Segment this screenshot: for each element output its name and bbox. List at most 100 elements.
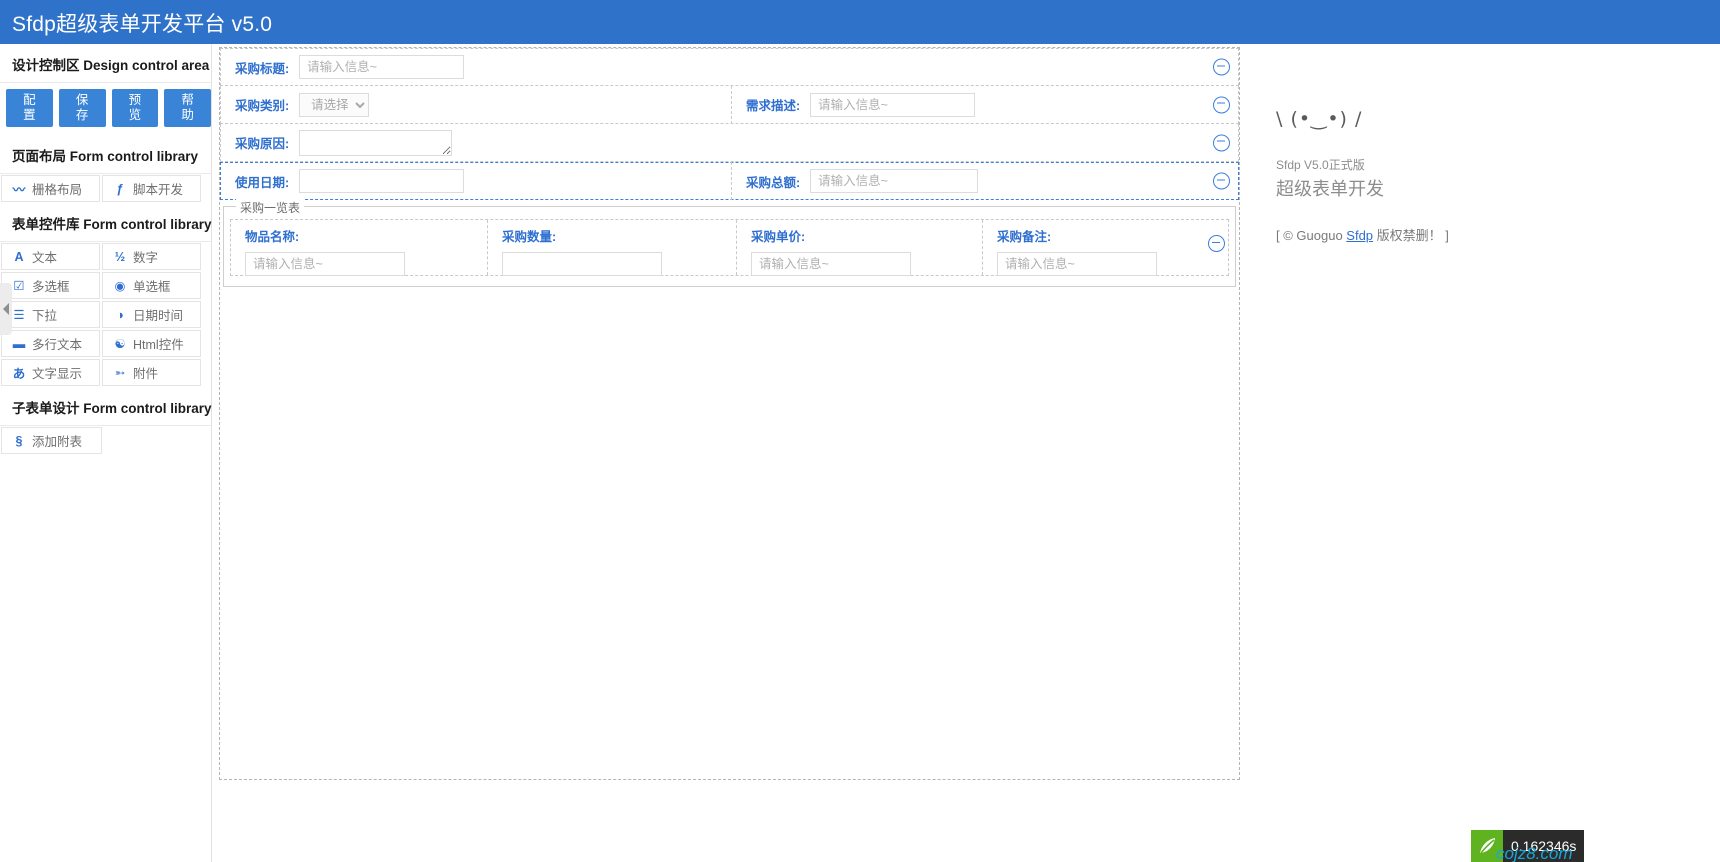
subform-item-label: 添加附表 (32, 435, 83, 449)
purchase-category-select[interactable]: 请选择 (299, 92, 370, 117)
control-item-checkbox[interactable]: ☑ 多选框 (1, 272, 100, 299)
purchase-list-subtable[interactable]: 采购一览表 物品名称: 采购数量: 采购单价: 采购备注: (223, 199, 1236, 287)
radio-icon: ◉ (114, 279, 126, 293)
chevron-left-icon (3, 303, 9, 315)
control-item-label: 单选框 (133, 280, 171, 294)
control-item-datetime[interactable]: ◑ 日期时间 (102, 301, 201, 328)
remove-row-button[interactable] (1213, 134, 1230, 151)
control-item-label-display[interactable]: あ 文字显示 (1, 359, 100, 386)
control-item-label: 文字显示 (32, 367, 83, 381)
dropdown-icon: ☰ (13, 308, 25, 322)
remove-row-button[interactable] (1213, 172, 1230, 190)
row-purchase-category[interactable]: 采购类别: 请选择 需求描述: (220, 85, 1239, 124)
form-control-items: A 文本 ½ 数字 ☑ 多选框 ◉ 单选框 ☰ 下拉 ◑ 日期时间 ▬ 多行文本… (0, 242, 211, 387)
cell-purchase-reason[interactable]: 采购原因: (221, 124, 731, 162)
control-item-textarea[interactable]: ▬ 多行文本 (1, 330, 100, 357)
copyright-prefix: [ © Guoguo (1276, 228, 1347, 243)
row-purchase-title[interactable]: 采购标题: (220, 48, 1239, 86)
help-button[interactable]: 帮助 (164, 89, 211, 127)
control-item-label: 文本 (32, 251, 58, 265)
save-button[interactable]: 保存 (58, 89, 106, 127)
cell-purchase-total[interactable]: 采购总额: (731, 162, 1231, 200)
control-item-text[interactable]: A 文本 (1, 243, 100, 270)
control-item-dropdown[interactable]: ☰ 下拉 (1, 301, 100, 328)
purchase-reason-field[interactable] (299, 129, 453, 156)
grid-layout-icon: 〰 (12, 183, 26, 197)
attachment-icon: ➵ (114, 366, 126, 380)
add-subtable-icon: § (15, 433, 23, 448)
page-layout-items: 〰 栅格布局 ƒ 脚本开发 (0, 174, 211, 203)
cell-use-date[interactable]: 使用日期: (221, 162, 731, 200)
copyright-suffix: 版权禁删！ ] (1373, 228, 1449, 243)
cell-requirement-desc[interactable]: 需求描述: (731, 85, 1231, 124)
subtable-legend: 采购一览表 (236, 199, 305, 216)
purchase-total-field[interactable] (810, 169, 979, 193)
sfdp-link[interactable]: Sfdp (1346, 228, 1373, 243)
purchase-category-label: 采购类别: (235, 99, 290, 113)
number-icon: ½ (114, 249, 126, 264)
page-layout-section-title: 页面布局 Form control library (0, 135, 211, 174)
subform-item-add-subtable[interactable]: § 添加附表 (1, 427, 102, 454)
control-item-radio[interactable]: ◉ 单选框 (102, 272, 201, 299)
product-version: Sfdp V5.0正式版 (1276, 158, 1365, 172)
config-button[interactable]: 配置 (6, 89, 53, 127)
requirement-desc-label: 需求描述: (746, 99, 801, 113)
layout-item-grid[interactable]: 〰 栅格布局 (1, 175, 100, 202)
sidebar: 设计控制区 Design control area 配置 保存 预览 帮助 页面… (0, 44, 212, 862)
cell-purchase-title[interactable]: 采购标题: (221, 48, 731, 86)
sidebar-action-buttons: 配置 保存 预览 帮助 (0, 83, 211, 135)
row-purchase-reason[interactable]: 采购原因: (220, 124, 1239, 162)
design-control-section-title: 设计控制区 Design control area (0, 44, 211, 83)
subtable-cell-item-remark[interactable]: 采购备注: (982, 220, 1227, 276)
cell-purchase-category[interactable]: 采购类别: 请选择 (221, 86, 731, 124)
control-item-label: Html控件 (133, 338, 184, 352)
site-watermark: cojz8.com (1496, 844, 1573, 862)
purchase-total-label: 采购总额: (746, 175, 801, 190)
textarea-icon: ▬ (12, 336, 26, 351)
item-quantity-label: 采购数量: (502, 230, 557, 244)
subtable-cell-item-unitprice[interactable]: 采购单价: (736, 220, 982, 276)
form-control-section-title: 表单控件库 Form control library (0, 203, 212, 242)
purchase-reason-label: 采购原因: (235, 137, 290, 151)
remove-subtable-button[interactable] (1208, 235, 1225, 252)
layout-item-script[interactable]: ƒ 脚本开发 (102, 175, 201, 202)
item-name-label: 物品名称: (245, 230, 300, 244)
item-quantity-field[interactable] (502, 252, 662, 276)
script-icon: ƒ (116, 181, 124, 196)
remove-row-button[interactable] (1213, 96, 1230, 113)
item-name-field[interactable] (245, 252, 405, 276)
control-item-number[interactable]: ½ 数字 (102, 243, 201, 270)
checkbox-icon: ☑ (13, 279, 25, 293)
control-item-label: 数字 (133, 251, 159, 265)
app-window: Sfdp超级表单开发平台 v5.0 设计控制区 Design control a… (0, 0, 1720, 862)
item-remark-field[interactable] (997, 252, 1157, 276)
item-unitprice-field[interactable] (751, 252, 911, 276)
control-item-attachment[interactable]: ➵ 附件 (102, 359, 201, 386)
control-item-label: 多选框 (32, 280, 70, 294)
control-item-label: 日期时间 (133, 309, 184, 323)
html-icon: ☯ (114, 337, 126, 351)
subtable-cell-item-name[interactable]: 物品名称: (231, 220, 487, 276)
use-date-label: 使用日期: (235, 175, 290, 190)
form-design-canvas[interactable]: 采购标题: 采购类别: 请选择 需求描述: 采购原因: (219, 47, 1240, 780)
control-item-html[interactable]: ☯ Html控件 (102, 330, 201, 357)
use-date-field[interactable] (299, 169, 465, 193)
control-item-label: 附件 (133, 367, 159, 381)
control-item-label: 多行文本 (32, 338, 83, 352)
kaomoji-art: \ (•‿•) / (1276, 108, 1363, 130)
control-item-label: 下拉 (32, 309, 58, 323)
sidebar-collapse-handle[interactable] (0, 283, 12, 335)
requirement-desc-field[interactable] (810, 92, 976, 117)
subform-design-section-title: 子表单设计 Form control library (0, 387, 212, 426)
subtable-row[interactable]: 物品名称: 采购数量: 采购单价: 采购备注: (230, 219, 1229, 276)
subtable-cell-item-quantity[interactable]: 采购数量: (487, 220, 736, 276)
remove-row-button[interactable] (1213, 58, 1230, 76)
info-panel: \ (•‿•) / Sfdp V5.0正式版 超级表单开发 [ © Guoguo… (1276, 108, 1676, 244)
app-title: Sfdp超级表单开发平台 v5.0 (12, 13, 273, 36)
preview-button[interactable]: 预览 (111, 89, 159, 127)
purchase-title-field[interactable] (299, 55, 465, 79)
item-unitprice-label: 采购单价: (751, 230, 806, 244)
layout-item-label: 栅格布局 (32, 183, 83, 197)
label-display-icon: あ (12, 367, 26, 381)
row-use-date[interactable]: 使用日期: 采购总额: (220, 162, 1239, 200)
